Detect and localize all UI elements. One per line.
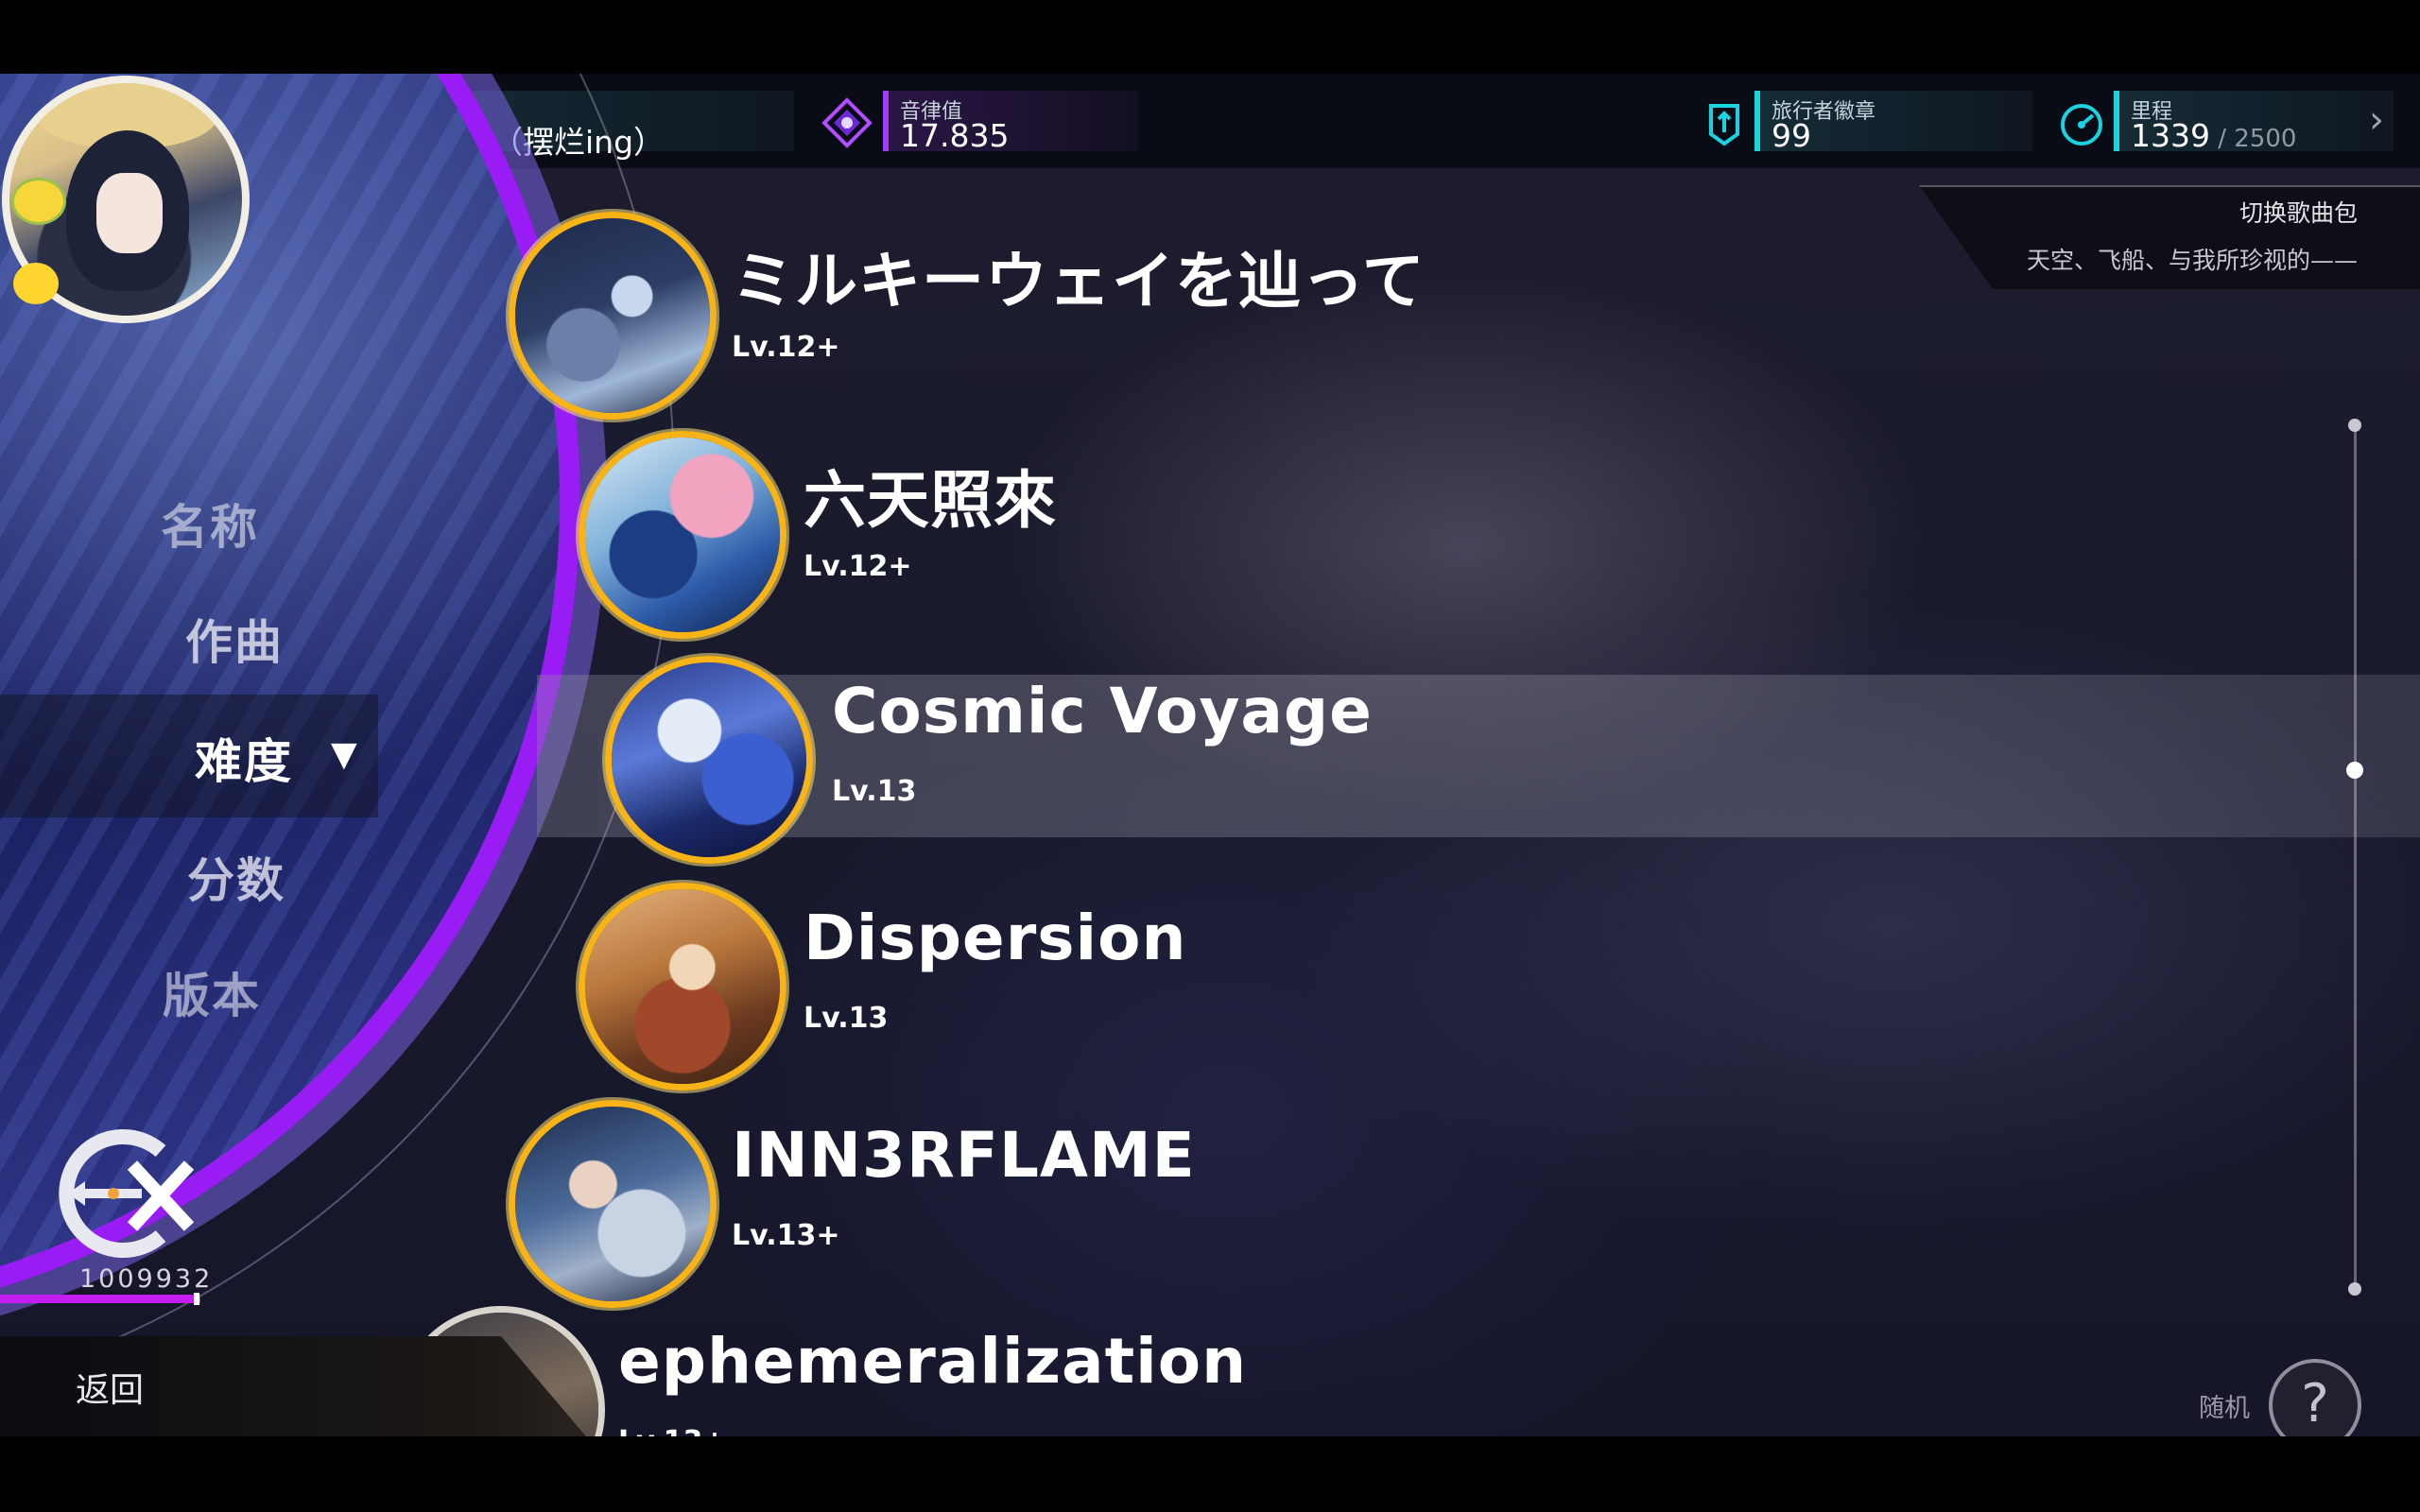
mileage-max: / 2500	[2209, 125, 2297, 153]
sort-active-band	[0, 695, 378, 817]
jacket-art	[585, 438, 780, 632]
mileage-current: 1339	[2131, 117, 2210, 154]
scrollbar-top-cap	[2348, 419, 2361, 432]
rhythm-value: 17.835	[900, 117, 1010, 154]
sort-option-difficulty[interactable]: 难度	[195, 724, 293, 792]
jacket-art	[585, 889, 780, 1084]
traveler-badge-icon	[1709, 104, 1739, 146]
scrollbar-thumb[interactable]	[2346, 762, 2363, 779]
mileage-stat[interactable]: 里程 1339 / 2500 ›	[2114, 91, 2394, 154]
song-title: 六天照來	[804, 464, 1057, 537]
scrollbar-bottom-cap	[2348, 1282, 2361, 1296]
song-title: Cosmic Voyage	[832, 675, 1373, 747]
score-progress-bar	[0, 1295, 200, 1303]
jacket-art	[612, 662, 806, 857]
sort-option-name[interactable]: 名称	[161, 490, 259, 558]
random-label[interactable]: 随机	[2199, 1387, 2250, 1424]
song-jacket[interactable]	[579, 431, 786, 639]
selected-song-highlight	[537, 675, 2420, 837]
mileage-value: 1339 / 2500	[2131, 117, 2296, 154]
song-level: Lv.13	[832, 775, 917, 808]
rhythm-emblem-icon	[821, 97, 873, 148]
speedometer-icon	[2061, 104, 2102, 146]
jacket-art	[515, 218, 710, 413]
score-progress-marker	[194, 1293, 199, 1305]
sort-option-composer[interactable]: 作曲	[185, 605, 284, 673]
song-level: Lv.13	[804, 1002, 889, 1035]
avatar-face	[96, 173, 163, 253]
pack-selector-label[interactable]: 切换歌曲包	[2239, 195, 2358, 229]
song-jacket[interactable]	[509, 212, 717, 420]
chevron-right-icon[interactable]: ›	[2369, 98, 2384, 142]
jacket-art	[515, 1107, 710, 1301]
current-pack-name: 天空、飞船、与我所珍视的——	[2026, 247, 2358, 274]
song-level: Lv.12+	[804, 550, 912, 583]
song-list-scrollbar[interactable]	[2354, 425, 2357, 1289]
song-title: INN3RFLAME	[732, 1119, 1196, 1192]
song-jacket[interactable]	[509, 1100, 717, 1308]
song-jacket[interactable]	[579, 883, 786, 1091]
sort-dropdown-arrow-icon[interactable]: ▼	[331, 735, 357, 774]
random-question-icon[interactable]: ?	[2269, 1359, 2361, 1436]
badge-stat: 旅行者徽章 99	[1754, 91, 2032, 154]
badge-value: 99	[1772, 117, 1811, 154]
ex-rank-icon	[59, 1129, 195, 1258]
back-button-label[interactable]: 返回	[76, 1363, 144, 1412]
song-level: Lv.12+	[732, 331, 840, 364]
song-title: Dispersion	[804, 902, 1187, 974]
sort-option-score[interactable]: 分数	[187, 843, 285, 911]
sort-option-version[interactable]: 版本	[163, 958, 261, 1026]
song-select-screen: 名称 作曲 难度 ▼ 分数 版本 等级 718 玩家 等风（摆烂ing） 音律值…	[0, 74, 2420, 1436]
lemon-decoration-icon	[11, 178, 66, 225]
song-level: Lv.13+	[732, 1219, 840, 1252]
song-title: ephemeralization	[618, 1325, 1248, 1398]
song-level: Lv.13+	[618, 1425, 727, 1436]
player-score: 1009932	[79, 1264, 214, 1294]
rhythm-stat: 音律值 17.835	[883, 91, 1138, 154]
song-jacket[interactable]	[605, 656, 813, 864]
song-title: ミルキーウェイを辿って	[732, 245, 1426, 318]
duck-decoration-icon	[13, 263, 59, 304]
